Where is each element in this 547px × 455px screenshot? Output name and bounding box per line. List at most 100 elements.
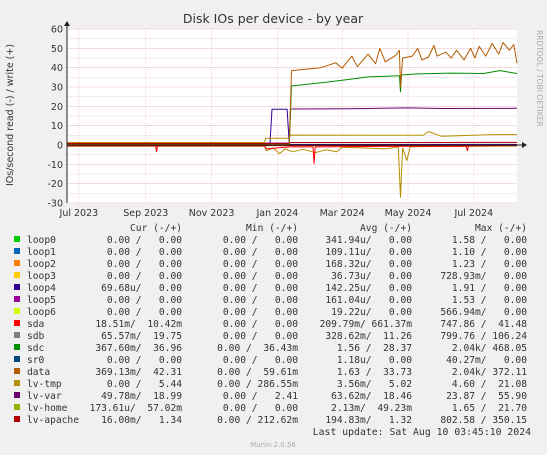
col-header-max: Max (-/+) <box>475 223 527 234</box>
y-tick-label: 20 <box>51 102 63 113</box>
legend-value-min: 0.00 / 0.00 <box>223 283 298 294</box>
legend-value-max: 40.27m/ 0.00 <box>446 355 527 366</box>
col-header-min: Min (-/+) <box>246 223 298 234</box>
legend-swatch <box>14 320 20 326</box>
legend-value-cur: 16.00m/ 1.34 <box>101 415 182 426</box>
y-axis-label: IOs/second read (-) / write (+) <box>5 44 16 186</box>
last-update: Last update: Sat Aug 10 03:45:10 2024 <box>313 427 531 438</box>
legend-label: loop2 <box>27 259 56 270</box>
legend-value-max: 1.23 / 0.00 <box>452 259 527 270</box>
legend-value-min: 0.00 / 212.62m <box>217 415 298 426</box>
legend-swatch <box>14 404 20 410</box>
legend-label: lv-tmp <box>27 379 62 390</box>
y-tick-label: 50 <box>51 44 63 55</box>
legend-value-avg: 209.79m/ 661.37m <box>320 319 413 330</box>
munin-version: Munin 2.0.56 <box>250 441 296 449</box>
legend-value-avg: 341.94u/ 0.00 <box>325 235 412 246</box>
legend-value-avg: 36.73u/ 0.00 <box>331 271 412 282</box>
legend-label: loop6 <box>27 307 56 318</box>
legend-value-avg: 161.04u/ 0.00 <box>325 295 412 306</box>
y-tick-label: 40 <box>51 63 63 74</box>
legend-value-cur: 49.78m/ 18.99 <box>101 391 182 402</box>
legend-value-min: 0.00 / 0.00 <box>223 247 298 258</box>
legend-value-cur: 18.51m/ 10.42m <box>95 319 182 330</box>
x-tick-label: Sep 2023 <box>123 208 168 219</box>
legend-value-avg: 328.62m/ 11.26 <box>325 331 412 342</box>
y-tick-label: 10 <box>51 121 63 132</box>
legend-value-min: 0.00 / 0.00 <box>223 307 298 318</box>
legend-label: loop3 <box>27 271 56 282</box>
legend-value-avg: 63.62m/ 18.46 <box>331 391 412 402</box>
legend-value-cur: 65.57m/ 19.75 <box>101 331 182 342</box>
legend-value-max: 802.58 / 350.15 <box>440 415 527 426</box>
legend-value-min: 0.00 / 0.00 <box>223 259 298 270</box>
legend-value-min: 0.00 / 286.55m <box>217 379 298 390</box>
legend-swatch <box>14 248 20 254</box>
x-tick-label: Jan 2024 <box>256 208 299 219</box>
legend-swatch <box>14 332 20 338</box>
legend-value-cur: 0.00 / 0.00 <box>107 355 182 366</box>
legend-value-cur: 0.00 / 0.00 <box>107 307 182 318</box>
legend-value-max: 1.53 / 0.00 <box>452 295 527 306</box>
x-tick-label: Mar 2024 <box>320 208 365 219</box>
legend-value-min: 0.00 / 0.00 <box>223 403 298 414</box>
legend-value-min: 0.00 / 0.00 <box>223 271 298 282</box>
legend-value-max: 23.87 / 55.90 <box>446 391 527 402</box>
legend-value-max: 566.94m/ 0.00 <box>440 307 527 318</box>
legend-value-cur: 0.00 / 0.00 <box>107 259 182 270</box>
legend-label: loop5 <box>27 295 56 306</box>
legend-value-max: 2.04k/ 468.05 <box>452 343 527 354</box>
legend-value-max: 2.04k/ 372.11 <box>452 367 527 378</box>
legend-swatch <box>14 368 20 374</box>
legend-value-min: 0.00 / 0.00 <box>223 355 298 366</box>
legend-label: loop1 <box>27 247 56 258</box>
legend-swatch <box>14 260 20 266</box>
y-tick-label: 0 <box>57 141 63 152</box>
legend-swatch <box>14 308 20 314</box>
legend-value-avg: 168.32u/ 0.00 <box>325 259 412 270</box>
legend-value-max: 728.93m/ 0.00 <box>440 271 527 282</box>
legend-value-cur: 0.00 / 0.00 <box>107 295 182 306</box>
y-tick-label: 60 <box>51 25 63 36</box>
legend-value-min: 0.00 / 0.00 <box>223 235 298 246</box>
col-header-cur: Cur (-/+) <box>130 223 182 234</box>
legend-value-avg: 194.83m/ 1.32 <box>325 415 412 426</box>
legend-value-max: 747.86 / 41.48 <box>440 319 527 330</box>
y-tick-label: 30 <box>51 83 63 94</box>
legend-swatch <box>14 272 20 278</box>
legend-label: loop4 <box>27 283 56 294</box>
legend-value-avg: 2.13m/ 49.23m <box>331 403 412 414</box>
legend-value-max: 4.60 / 21.08 <box>452 379 527 390</box>
legend-value-min: 0.00 / 0.00 <box>223 331 298 342</box>
legend-swatch <box>14 236 20 242</box>
legend-value-max: 1.10 / 0.00 <box>452 247 527 258</box>
legend-value-avg: 3.56m/ 5.02 <box>337 379 412 390</box>
chart-title: Disk IOs per device - by year <box>183 11 364 26</box>
legend-value-cur: 69.68u/ 0.00 <box>101 283 182 294</box>
legend-value-cur: 367.60m/ 36.96 <box>95 343 182 354</box>
legend-value-min: 0.00 / 36.43m <box>217 343 298 354</box>
legend-value-min: 0.00 / 0.00 <box>223 295 298 306</box>
legend-value-min: 0.00 / 0.00 <box>223 319 298 330</box>
legend-value-cur: 173.61u/ 57.02m <box>90 403 183 414</box>
legend-value-cur: 0.00 / 5.44 <box>107 379 182 390</box>
legend-value-cur: 0.00 / 0.00 <box>107 235 182 246</box>
legend-value-min: 0.00 / 59.61m <box>217 367 298 378</box>
disk-io-chart: Disk IOs per device - by year RRDTOOL / … <box>0 0 547 455</box>
legend-value-avg: 142.25u/ 0.00 <box>325 283 412 294</box>
legend-value-cur: 0.00 / 0.00 <box>107 247 182 258</box>
legend-value-avg: 109.11u/ 0.00 <box>325 247 412 258</box>
legend-label: data <box>27 367 50 378</box>
x-tick-label: Jul 2024 <box>453 208 493 219</box>
y-tick-label: -10 <box>47 160 63 171</box>
legend-value-min: 0.00 / 2.41 <box>223 391 298 402</box>
legend-value-max: 1.65 / 21.70 <box>452 403 527 414</box>
legend-value-avg: 1.56 / 28.37 <box>337 343 412 354</box>
watermark: RRDTOOL / TOBI OETIKER <box>535 30 544 127</box>
legend-swatch <box>14 392 20 398</box>
legend-value-cur: 369.13m/ 42.31 <box>95 367 182 378</box>
legend-swatch <box>14 416 20 422</box>
legend-value-avg: 1.63 / 33.73 <box>337 367 412 378</box>
legend-swatch <box>14 380 20 386</box>
legend-label: lv-var <box>27 391 62 402</box>
